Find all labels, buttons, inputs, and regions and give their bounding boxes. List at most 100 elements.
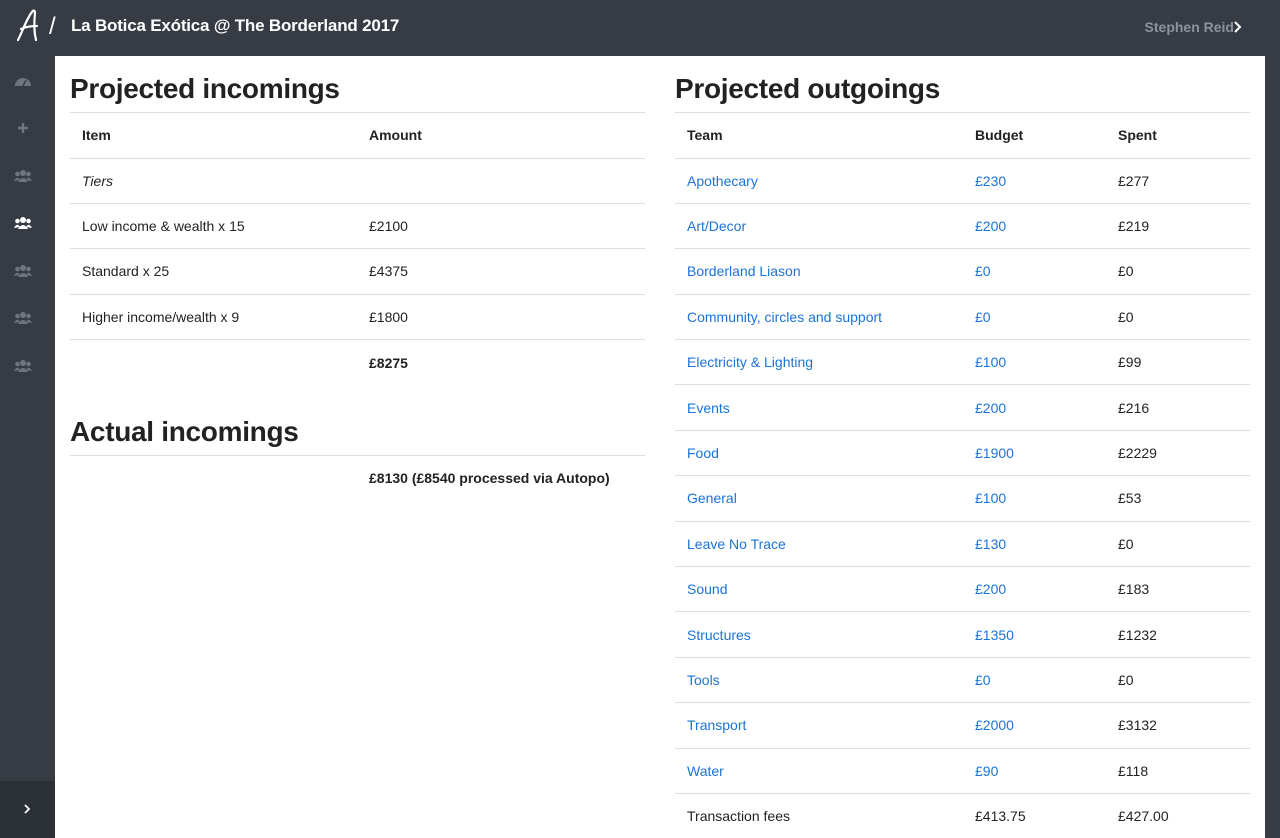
table-row: Higher income/wealth x 9 £1800 [70, 294, 645, 341]
budget-link[interactable]: £100 [975, 354, 1006, 370]
title-separator: / [49, 13, 56, 40]
table-row: Transport £2000 £3132 [675, 702, 1250, 749]
transaction-fees-row: Transaction fees £413.75 £427.00 [675, 793, 1250, 838]
team-link[interactable]: Water [687, 763, 724, 779]
incomings-column: Projected incomings Item Amount Tiers Lo… [70, 56, 645, 501]
team-link[interactable]: Transport [687, 717, 746, 733]
team-link[interactable]: Leave No Trace [687, 536, 786, 552]
page-title: La Botica Exótica @ The Borderland 2017 [71, 16, 400, 35]
table-row: Art/Decor £200 £219 [675, 203, 1250, 250]
budget-link[interactable]: £0 [975, 672, 991, 688]
column-header-spent: Spent [1106, 113, 1250, 159]
table-row: Apothecary £230 £277 [675, 158, 1250, 204]
table-header-row: Item Amount [70, 113, 645, 159]
projected-incomings-table: Item Amount Tiers Low income & wealth x … [70, 113, 645, 385]
budget-link[interactable]: £100 [975, 490, 1006, 506]
budget-link[interactable]: £0 [975, 263, 991, 279]
budget-link[interactable]: £230 [975, 173, 1006, 189]
amount-cell: £4375 [357, 248, 645, 295]
total-amount: £8275 [369, 354, 408, 371]
budget-link[interactable]: £200 [975, 218, 1006, 234]
table-row: Electricity & Lighting £100 £99 [675, 339, 1250, 386]
main-content: Projected incomings Item Amount Tiers Lo… [55, 56, 1265, 838]
spent-cell: £0 [1106, 521, 1250, 568]
spent-cell: £277 [1106, 158, 1250, 204]
budget-link[interactable]: £90 [975, 763, 998, 779]
table-header-row: Team Budget Spent [675, 113, 1250, 159]
table-row: Structures £1350 £1232 [675, 611, 1250, 658]
item-cell: Low income & wealth x 15 [70, 203, 357, 250]
sidebar-toggle-button[interactable] [0, 781, 55, 838]
team-link[interactable]: Borderland Liason [687, 263, 801, 279]
budget-link[interactable]: £130 [975, 536, 1006, 552]
spent-cell: £0 [1106, 294, 1250, 341]
team-link[interactable]: Community, circles and support [687, 309, 882, 325]
spent-cell: £118 [1106, 748, 1250, 794]
group-icon[interactable] [14, 216, 32, 230]
plus-icon[interactable] [14, 121, 32, 135]
team-link[interactable]: Tools [687, 672, 720, 688]
group-icon[interactable] [14, 264, 32, 278]
spent-cell: £53 [1106, 475, 1250, 522]
logo-icon[interactable] [15, 8, 41, 44]
budget-link[interactable]: £200 [975, 581, 1006, 597]
spent-cell: £2229 [1106, 430, 1250, 477]
table-row: Low income & wealth x 15 £2100 [70, 203, 645, 250]
group-icon[interactable] [14, 169, 32, 183]
actual-incomings-value: £8130 (£8540 processed via Autopo) [369, 470, 610, 487]
projected-outgoings-heading: Projected outgoings [675, 56, 1250, 113]
budget-link[interactable]: £0 [975, 309, 991, 325]
empty-cell [70, 456, 357, 501]
budget-link[interactable]: £2000 [975, 717, 1014, 733]
column-header-amount: Amount [357, 113, 645, 159]
table-row: Events £200 £216 [675, 384, 1250, 431]
team-link[interactable]: Apothecary [687, 173, 758, 189]
table-row: Leave No Trace £130 £0 [675, 521, 1250, 568]
team-link[interactable]: Sound [687, 581, 727, 597]
item-cell: Higher income/wealth x 9 [70, 294, 357, 341]
outgoings-column: Projected outgoings Team Budget Spent Ap… [675, 56, 1250, 838]
column-header-team: Team [675, 113, 963, 159]
spent-cell: £216 [1106, 384, 1250, 431]
spent-cell: £3132 [1106, 702, 1250, 749]
table-row: Water £90 £118 [675, 748, 1250, 794]
table-row: General £100 £53 [675, 475, 1250, 522]
table-row: Standard x 25 £4375 [70, 248, 645, 295]
budget-link[interactable]: £1900 [975, 445, 1014, 461]
total-row: £8275 [70, 340, 645, 385]
group-icon[interactable] [14, 359, 32, 373]
table-row: Sound £200 £183 [675, 566, 1250, 613]
spent-cell: £0 [1106, 657, 1250, 704]
budget-link[interactable]: £200 [975, 400, 1006, 416]
item-cell: Standard x 25 [70, 248, 357, 295]
table-row: Tiers [70, 158, 645, 204]
tiers-label: Tiers [70, 158, 357, 204]
spent-cell: £99 [1106, 339, 1250, 386]
team-link[interactable]: General [687, 490, 737, 506]
item-cell [70, 340, 357, 385]
spent-cell: £0 [1106, 248, 1250, 295]
projected-outgoings-table: Team Budget Spent Apothecary £230 £277 Art… [675, 113, 1250, 838]
table-row: Community, circles and support £0 £0 [675, 294, 1250, 341]
table-row: Food £1900 £2229 [675, 430, 1250, 477]
spent-cell: £183 [1106, 566, 1250, 613]
spent-cell: £1232 [1106, 611, 1250, 658]
amount-cell: £1800 [357, 294, 645, 341]
group-icon[interactable] [14, 311, 32, 325]
team-link[interactable]: Events [687, 400, 730, 416]
team-link[interactable]: Food [687, 445, 719, 461]
fees-label: Transaction fees [687, 808, 790, 825]
budget-link[interactable]: £1350 [975, 627, 1014, 643]
fees-budget: £413.75 [975, 808, 1026, 825]
table-row: £8130 (£8540 processed via Autopo) [70, 456, 645, 501]
actual-incomings-heading: Actual incomings [70, 399, 645, 456]
chevron-right-icon[interactable] [1233, 19, 1243, 35]
team-link[interactable]: Structures [687, 627, 751, 643]
user-menu-link[interactable]: Stephen Reid [1145, 19, 1234, 35]
team-link[interactable]: Art/Decor [687, 218, 746, 234]
team-link[interactable]: Electricity & Lighting [687, 354, 813, 370]
dashboard-icon[interactable] [14, 74, 32, 88]
table-row: Borderland Liason £0 £0 [675, 248, 1250, 295]
projected-incomings-heading: Projected incomings [70, 56, 645, 113]
table-row: Tools £0 £0 [675, 657, 1250, 704]
